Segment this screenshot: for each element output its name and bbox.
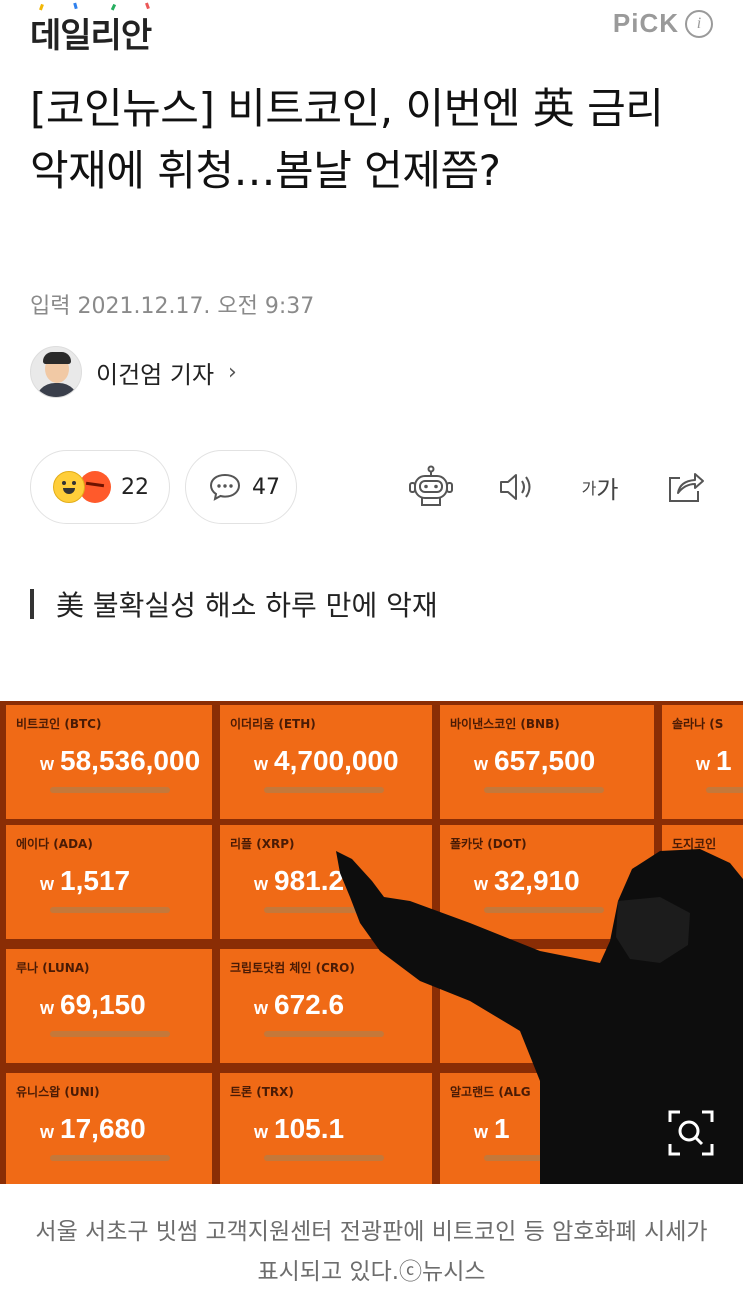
smile-emoji-icon (53, 471, 85, 503)
subheading-bar (30, 589, 34, 619)
font-size-large-label: 가 (596, 475, 619, 504)
header: 데일리안 PiCK i (0, 0, 743, 60)
reaction-button[interactable]: 22 (30, 450, 170, 524)
article-dateline: 입력 2021.12.17. 오전 9:37 (30, 294, 315, 319)
zoom-image-icon[interactable] (664, 1106, 718, 1160)
comment-count: 47 (252, 474, 280, 500)
share-button[interactable] (662, 464, 708, 510)
article-subheading: 美 불확실성 해소 하루 만에 악재 (30, 584, 438, 624)
font-size-button[interactable]: 가가 (575, 464, 625, 510)
reporter-name: 이건엄 기자 (96, 360, 215, 389)
share-icon (669, 473, 704, 502)
reporter-link[interactable]: 이건엄 기자 › (30, 346, 237, 398)
comment-bubble-icon (209, 473, 241, 501)
reporter-avatar (30, 346, 82, 398)
site-logo[interactable]: 데일리안 (30, 8, 152, 57)
subheading-text: 美 불확실성 해소 하루 만에 악재 (56, 589, 438, 622)
pick-label: PiCK (612, 8, 679, 38)
info-icon[interactable]: i (685, 9, 713, 38)
robot-icon (409, 465, 453, 506)
pick-badge[interactable]: PiCK i (613, 8, 713, 39)
reaction-count: 22 (121, 474, 149, 500)
article-action-bar: 22 47 가가 (30, 450, 720, 524)
person-silhouette (336, 849, 743, 1184)
listen-button[interactable] (494, 464, 540, 510)
article-photo[interactable]: 비트코인 (BTC) w 58,536,000 이더리움 (ETH) w 4,700,00… (0, 701, 743, 1184)
chevron-right-icon: › (228, 359, 237, 385)
speaker-icon (500, 474, 531, 500)
font-size-small-label: 가 (581, 479, 597, 498)
article-headline: [코인뉴스] 비트코인, 이번엔 英 금리 악재에 휘청…봄날 언제쯤? (30, 84, 664, 195)
comment-button[interactable]: 47 (185, 450, 297, 524)
photo-caption: 서울 서초구 빗썸 고객지원센터 전광판에 비트코인 등 암호화폐 시세가 표시… (35, 1219, 708, 1285)
summary-robot-button[interactable] (406, 464, 456, 510)
